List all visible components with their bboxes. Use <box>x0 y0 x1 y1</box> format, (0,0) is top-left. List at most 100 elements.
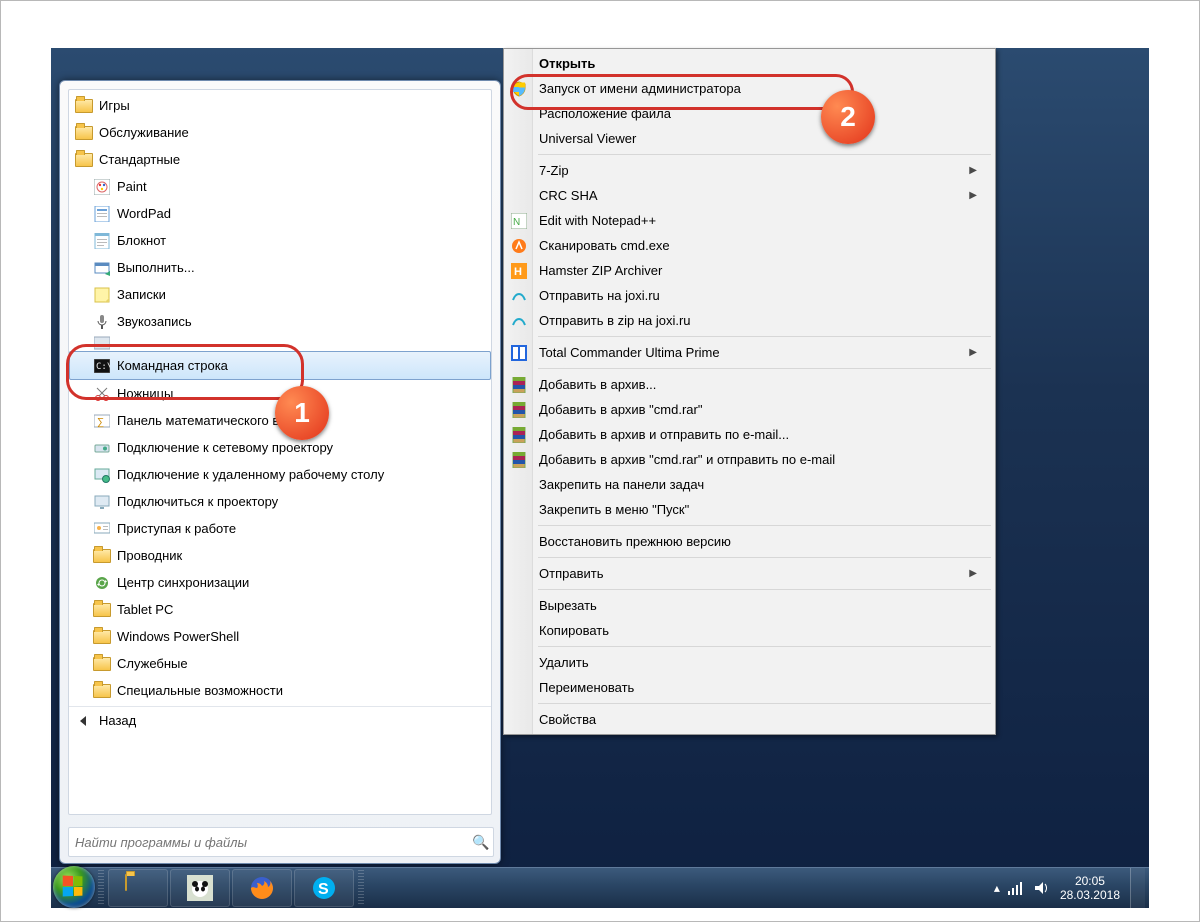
program-paint[interactable]: Paint <box>69 173 491 200</box>
ctx-avast[interactable]: Сканировать cmd.exe <box>506 233 993 258</box>
folder-system-tools[interactable]: Служебные <box>69 650 491 677</box>
show-desktop-button[interactable] <box>1130 868 1145 908</box>
ctx-label: Восстановить прежнюю версию <box>539 534 731 549</box>
start-menu-programs-list: Игры Обслуживание Стандартные Paint Word… <box>69 90 491 815</box>
callout-1-number: 1 <box>294 397 310 429</box>
explorer-icon <box>93 547 111 565</box>
blank-icon <box>509 621 529 641</box>
ctx-label: Отправить <box>539 566 603 581</box>
program-sticky-notes[interactable]: Записки <box>69 281 491 308</box>
svg-text:H: H <box>514 266 522 278</box>
program-connect-projector[interactable]: Подключиться к проектору <box>69 488 491 515</box>
program-sync-center[interactable]: Центр синхронизации <box>69 569 491 596</box>
back-label: Назад <box>99 713 136 728</box>
ctx-label: Добавить в архив "cmd.rar" и отправить п… <box>539 452 835 467</box>
skype-icon: S <box>311 875 337 901</box>
folder-tablet-pc[interactable]: Tablet PC <box>69 596 491 623</box>
system-tray: ▴ 20:05 28.03.2018 <box>990 868 1149 908</box>
ctx-npp[interactable]: NEdit with Notepad++ <box>506 208 993 233</box>
panda-icon <box>187 875 213 901</box>
program-remote-desktop[interactable]: Подключение к удаленному рабочему столу <box>69 461 491 488</box>
back-button[interactable]: Назад <box>69 706 491 734</box>
wifi-icon[interactable] <box>1008 881 1026 895</box>
notepad-icon <box>93 232 111 250</box>
start-orb[interactable] <box>53 866 95 908</box>
program-cmd[interactable]: C:\ Командная строка <box>69 351 491 380</box>
svg-text:C:\: C:\ <box>96 362 110 372</box>
npp-icon: N <box>509 211 529 231</box>
program-hidden[interactable] <box>69 335 491 351</box>
ctx-joxi1[interactable]: Отправить на joxi.ru <box>506 283 993 308</box>
ctx-label: Закрепить на панели задач <box>539 477 704 492</box>
program-label: Ножницы <box>117 386 173 401</box>
tray-clock[interactable]: 20:05 28.03.2018 <box>1060 874 1120 903</box>
taskbar-firefox[interactable] <box>232 869 292 907</box>
ctx-hamster[interactable]: HHamster ZIP Archiver <box>506 258 993 283</box>
start-search-row: 🔍 <box>68 827 492 855</box>
program-label: Выполнить... <box>117 260 195 275</box>
volume-icon[interactable] <box>1034 880 1050 896</box>
taskbar-skype[interactable]: S <box>294 869 354 907</box>
submenu-arrow-icon: ▶ <box>969 190 977 201</box>
ctx-props[interactable]: Свойства <box>506 707 993 732</box>
ctx-separator <box>538 525 991 526</box>
program-getting-started[interactable]: Приступая к работе <box>69 515 491 542</box>
program-explorer[interactable]: Проводник <box>69 542 491 569</box>
tray-chevron-icon[interactable]: ▴ <box>994 881 1000 895</box>
ctx-rename[interactable]: Переименовать <box>506 675 993 700</box>
rar-icon <box>509 450 529 470</box>
ctx-cut[interactable]: Вырезать <box>506 593 993 618</box>
ctx-copy[interactable]: Копировать <box>506 618 993 643</box>
folder-icon <box>75 151 93 169</box>
ctx-pin-tb[interactable]: Закрепить на панели задач <box>506 472 993 497</box>
start-search-input[interactable] <box>69 835 469 850</box>
ctx-rar2[interactable]: Добавить в архив "cmd.rar" <box>506 397 993 422</box>
program-network-projector[interactable]: Подключение к сетевому проектору <box>69 434 491 461</box>
ctx-rar4[interactable]: Добавить в архив "cmd.rar" и отправить п… <box>506 447 993 472</box>
ctx-rar1[interactable]: Добавить в архив... <box>506 372 993 397</box>
start-menu: Игры Обслуживание Стандартные Paint Word… <box>59 80 501 864</box>
ctx-delete[interactable]: Удалить <box>506 650 993 675</box>
blank-icon <box>509 500 529 520</box>
ctx-7zip[interactable]: 7-Zip▶ <box>506 158 993 183</box>
ctx-label: Сканировать cmd.exe <box>539 238 670 253</box>
folder-powershell[interactable]: Windows PowerShell <box>69 623 491 650</box>
ctx-label: Открыть <box>539 56 595 71</box>
program-label: Записки <box>117 287 166 302</box>
program-wordpad[interactable]: WordPad <box>69 200 491 227</box>
ctx-label: Закрепить в меню "Пуск" <box>539 502 689 517</box>
submenu-arrow-icon: ▶ <box>969 165 977 176</box>
folder-maintenance[interactable]: Обслуживание <box>69 119 491 146</box>
ctx-rar3[interactable]: Добавить в архив и отправить по e-mail..… <box>506 422 993 447</box>
sync-icon <box>93 574 111 592</box>
folder-standard[interactable]: Стандартные <box>69 146 491 173</box>
ctx-open[interactable]: Открыть <box>506 51 993 76</box>
program-notepad[interactable]: Блокнот <box>69 227 491 254</box>
folder-games[interactable]: Игры <box>69 92 491 119</box>
ctx-joxi2[interactable]: Отправить в zip на joxi.ru <box>506 308 993 333</box>
folder-icon <box>93 601 111 619</box>
folder-icon <box>93 682 111 700</box>
ctx-prev[interactable]: Восстановить прежнюю версию <box>506 529 993 554</box>
ctx-uviewer[interactable]: Universal Viewer <box>506 126 993 151</box>
ctx-label: Отправить на joxi.ru <box>539 288 660 303</box>
program-run[interactable]: Выполнить... <box>69 254 491 281</box>
ctx-tcup[interactable]: Total Commander Ultima Prime▶ <box>506 340 993 365</box>
program-label: Paint <box>117 179 147 194</box>
ctx-crcsha[interactable]: CRC SHA▶ <box>506 183 993 208</box>
program-label: Подключение к удаленному рабочему столу <box>117 467 384 482</box>
program-sound-recorder[interactable]: Звукозапись <box>69 308 491 335</box>
ctx-pin-start[interactable]: Закрепить в меню "Пуск" <box>506 497 993 522</box>
taskbar-panda[interactable] <box>170 869 230 907</box>
ctx-sendto[interactable]: Отправить▶ <box>506 561 993 586</box>
run-icon <box>93 259 111 277</box>
taskbar-explorer[interactable] <box>108 869 168 907</box>
program-label: Подключиться к проектору <box>117 494 278 509</box>
folder-accessibility[interactable]: Специальные возможности <box>69 677 491 704</box>
folder-label: Обслуживание <box>99 125 189 140</box>
ctx-runas[interactable]: Запуск от имени администратора <box>506 76 993 101</box>
program-label: Командная строка <box>117 358 228 373</box>
ctx-label: Отправить в zip на joxi.ru <box>539 313 691 328</box>
ctx-filelocation[interactable]: Расположение файла <box>506 101 993 126</box>
ctx-label: Добавить в архив "cmd.rar" <box>539 402 702 417</box>
